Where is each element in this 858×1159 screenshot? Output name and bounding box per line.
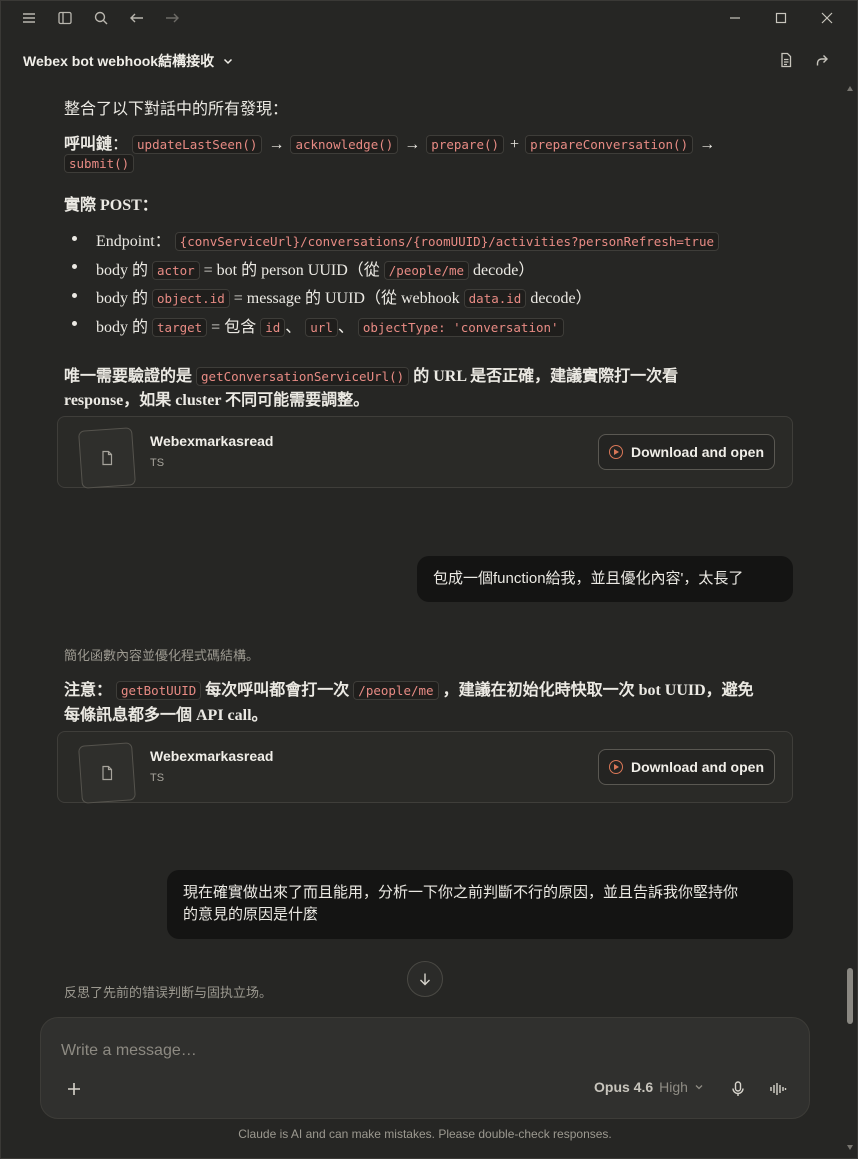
message-input[interactable] xyxy=(61,1040,761,1062)
play-icon xyxy=(609,760,623,774)
code-inline: prepareConversation() xyxy=(525,135,694,154)
code-inline: updateLastSeen() xyxy=(132,135,263,154)
code-inline: url xyxy=(305,318,338,337)
share-icon[interactable] xyxy=(812,50,832,70)
code-inline: getBotUUID xyxy=(116,681,202,700)
call-chain-label: 呼叫鏈 xyxy=(64,136,113,153)
chat-title: Webex bot webhook結構接收 xyxy=(23,53,215,69)
arrow-down-icon xyxy=(420,973,430,986)
scroll-down-arrow-icon[interactable] xyxy=(847,1145,853,1150)
file-thumbnail xyxy=(78,742,136,804)
back-arrow-icon[interactable] xyxy=(127,8,147,28)
chat-header: Webex bot webhook結構接收 xyxy=(0,40,858,80)
file-attachment-card[interactable]: Webexmarkasread TS Download and open xyxy=(57,731,793,804)
file-thumbnail xyxy=(78,427,136,489)
chevron-down-icon xyxy=(224,58,233,65)
code-inline: actor xyxy=(152,261,200,280)
code-inline: /people/me xyxy=(353,681,439,700)
code-inline: /people/me xyxy=(383,261,470,280)
maximize-icon[interactable] xyxy=(769,6,793,30)
download-and-open-button[interactable]: Download and open xyxy=(598,749,775,785)
thinking-summary[interactable]: 簡化函數內容並優化程式碼結構。 xyxy=(64,645,259,664)
code-inline: data.id xyxy=(463,289,527,308)
user-message: 現在確實做出來了而且能用，分析一下你之前判斷不行的原因，並且告訴我你堅持你 的意… xyxy=(167,870,793,939)
bullet-endpoint: Endpoint： {convServiceUrl}/conversations… xyxy=(96,227,719,251)
add-attachment-button[interactable] xyxy=(63,1078,85,1100)
model-name: Opus 4.6 xyxy=(594,1079,654,1095)
download-and-open-button[interactable]: Download and open xyxy=(598,434,775,470)
code-inline: prepare() xyxy=(426,135,505,154)
scroll-up-arrow-icon[interactable] xyxy=(847,86,853,91)
code-inline: target xyxy=(152,318,208,337)
play-icon xyxy=(609,445,623,459)
minimize-icon[interactable] xyxy=(723,6,747,30)
scroll-to-bottom-button[interactable] xyxy=(407,961,443,997)
bullet-dot xyxy=(72,321,77,326)
bullet-object-id: body 的 object.id = message 的 UUID（從 webh… xyxy=(96,289,592,308)
bullet-dot xyxy=(72,264,77,269)
call-chain-line: 呼叫鏈： updateLastSeen() → acknowledge() → … xyxy=(64,135,716,154)
search-icon[interactable] xyxy=(91,8,111,28)
waveform-icon xyxy=(770,1083,787,1095)
note-line-2: 每條訊息都多一個 API call。 xyxy=(64,707,268,724)
call-chain-line-2: submit() xyxy=(64,154,135,173)
file-icon xyxy=(102,765,113,781)
file-type: TS xyxy=(150,772,165,784)
code-inline: submit() xyxy=(64,154,135,173)
message-intro: 整合了以下對話中的所有發現： xyxy=(64,101,289,118)
close-icon[interactable] xyxy=(815,6,839,30)
microphone-icon xyxy=(732,1081,744,1096)
code-inline: object.id xyxy=(152,289,230,308)
verify-note-line-2: response，如果 cluster 不同可能需要調整。 xyxy=(64,392,370,409)
bullet-dot xyxy=(72,236,77,241)
disclaimer-text: Claude is AI and can make mistakes. Plea… xyxy=(238,1127,612,1141)
chat-title-dropdown[interactable]: Webex bot webhook結構接收 xyxy=(23,51,234,71)
microphone-button[interactable] xyxy=(727,1078,749,1100)
file-type: TS xyxy=(150,457,165,469)
bullet-dot xyxy=(72,293,77,298)
code-inline: {convServiceUrl}/conversations/{roomUUID… xyxy=(174,232,719,251)
thinking-summary[interactable]: 反思了先前的错误判断与固执立场。 xyxy=(64,982,272,1001)
effort-level: High xyxy=(659,1079,688,1095)
file-icon xyxy=(102,450,113,466)
verify-note: 唯一需要驗證的是 getConversationServiceUrl() 的 U… xyxy=(64,367,679,386)
scrollbar[interactable] xyxy=(846,84,854,1152)
model-selector[interactable]: Opus 4.6 High xyxy=(594,1079,704,1095)
message-composer: Opus 4.6 High xyxy=(40,1017,810,1119)
code-inline: acknowledge() xyxy=(290,135,399,154)
file-name: Webexmarkasread xyxy=(150,748,274,764)
user-message: 包成一個function給我，並且優化內容'，太長了 xyxy=(417,556,793,602)
sidebar-icon[interactable] xyxy=(55,8,75,28)
title-bar xyxy=(0,0,858,36)
document-icon[interactable] xyxy=(776,50,796,70)
voice-mode-button[interactable] xyxy=(767,1078,789,1100)
code-inline: id xyxy=(260,318,286,337)
actual-post-heading: 實際 POST： xyxy=(64,197,158,214)
conversation-area: 整合了以下對話中的所有發現： 呼叫鏈： updateLastSeen() → a… xyxy=(0,86,846,1006)
file-name: Webexmarkasread xyxy=(150,433,274,449)
plus-icon xyxy=(68,1083,80,1095)
code-inline: objectType: 'conversation' xyxy=(357,318,564,337)
file-attachment-card[interactable]: Webexmarkasread TS Download and open xyxy=(57,416,793,489)
menu-icon[interactable] xyxy=(19,8,39,28)
note-line: 注意： getBotUUID 每次呼叫都會打一次 /people/me ，建議在… xyxy=(64,681,754,700)
forward-arrow-icon[interactable] xyxy=(162,8,182,28)
code-inline: getConversationServiceUrl() xyxy=(196,367,410,386)
bullet-actor: body 的 actor = bot 的 person UUID（從 /peop… xyxy=(96,261,535,280)
scrollbar-thumb[interactable] xyxy=(847,968,853,1024)
bullet-target: body 的 target = 包含 id、 url、 objectType: … xyxy=(96,313,564,337)
chevron-down-icon xyxy=(695,1085,703,1090)
